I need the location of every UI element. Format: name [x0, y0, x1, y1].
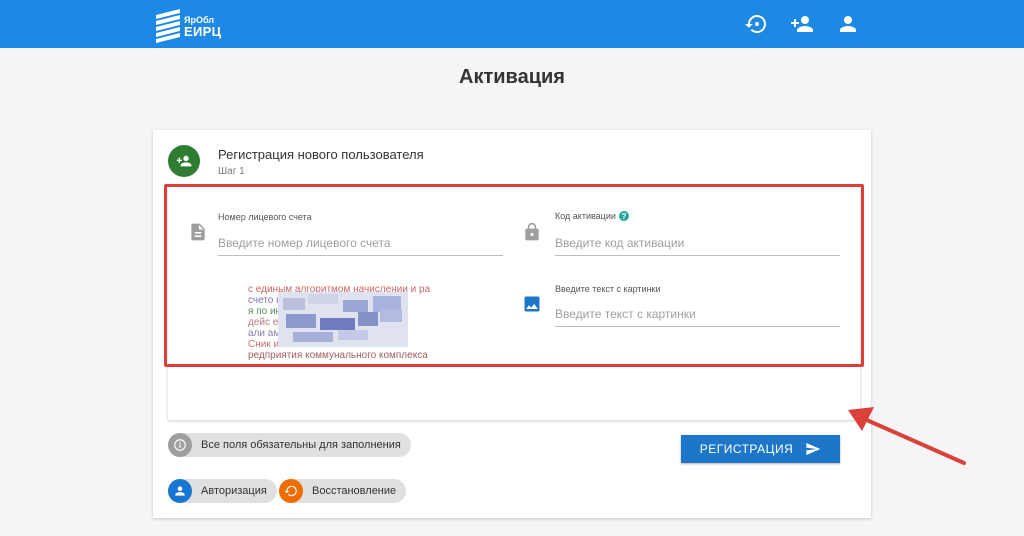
help-icon[interactable]: ? — [618, 211, 629, 221]
logo-text-bottom: ЕИРЦ — [184, 24, 222, 39]
captcha-blur — [358, 312, 378, 326]
user-icon — [168, 479, 192, 503]
captcha-blur — [286, 314, 316, 328]
document-icon — [191, 223, 205, 241]
captcha-blur — [293, 332, 333, 342]
top-app-bar: ЯрОбл ЕИРЦ — [0, 0, 1024, 48]
required-fields-notice: Все поля обязательны для заполнения — [168, 433, 411, 457]
restore-link-label: Восстановление — [312, 485, 397, 497]
restore-link[interactable]: Восстановление — [279, 479, 407, 503]
info-icon — [168, 433, 192, 457]
send-icon — [806, 443, 821, 455]
captcha-blur — [380, 310, 402, 322]
required-fields-text: Все поля обязательны для заполнения — [201, 439, 401, 451]
captcha-input[interactable] — [555, 301, 840, 327]
restore-icon — [279, 479, 303, 503]
form-panel: Номер лицевого счета Код активации ? с е… — [168, 187, 860, 463]
captcha-blur — [320, 318, 355, 330]
auth-link[interactable]: Авторизация — [168, 479, 277, 503]
restore-icon[interactable] — [744, 12, 768, 36]
captcha-line: редприятия коммунального комплекса — [248, 350, 428, 361]
auth-link-label: Авторизация — [201, 485, 267, 497]
image-icon — [524, 296, 540, 312]
register-button-label: РЕГИСТРАЦИЯ — [699, 442, 794, 456]
account-label: Номер лицевого счета — [218, 212, 312, 222]
account-label-text: Номер лицевого счета — [218, 212, 312, 222]
captcha-blur — [308, 294, 338, 304]
add-user-icon — [176, 155, 192, 167]
activation-code-label-text: Код активации — [555, 211, 616, 221]
page-title: Активация — [459, 66, 565, 88]
account-number-input[interactable] — [218, 230, 503, 256]
step-title: Регистрация нового пользователя — [218, 147, 424, 162]
add-user-icon[interactable] — [790, 12, 814, 36]
registration-card: Регистрация нового пользователя Шаг 1 Но… — [153, 130, 871, 518]
step-subtitle: Шаг 1 — [218, 166, 245, 177]
captcha-label: Введите текст с картинки — [555, 284, 661, 294]
lock-icon — [525, 222, 539, 241]
captcha-blur — [338, 330, 368, 340]
logo-building-icon — [156, 9, 180, 43]
captcha-label-text: Введите текст с картинки — [555, 284, 661, 294]
activation-code-label: Код активации ? — [555, 211, 629, 221]
captcha-blur — [343, 300, 368, 312]
step-badge — [168, 145, 200, 177]
user-icon[interactable] — [836, 12, 860, 36]
captcha-blur — [283, 298, 305, 310]
activation-code-input[interactable] — [555, 230, 840, 256]
captcha-image: с единым алгоритмом начислении и ра счет… — [248, 282, 438, 364]
logo[interactable]: ЯрОбл ЕИРЦ — [154, 5, 222, 45]
register-button[interactable]: РЕГИСТРАЦИЯ — [681, 435, 840, 463]
